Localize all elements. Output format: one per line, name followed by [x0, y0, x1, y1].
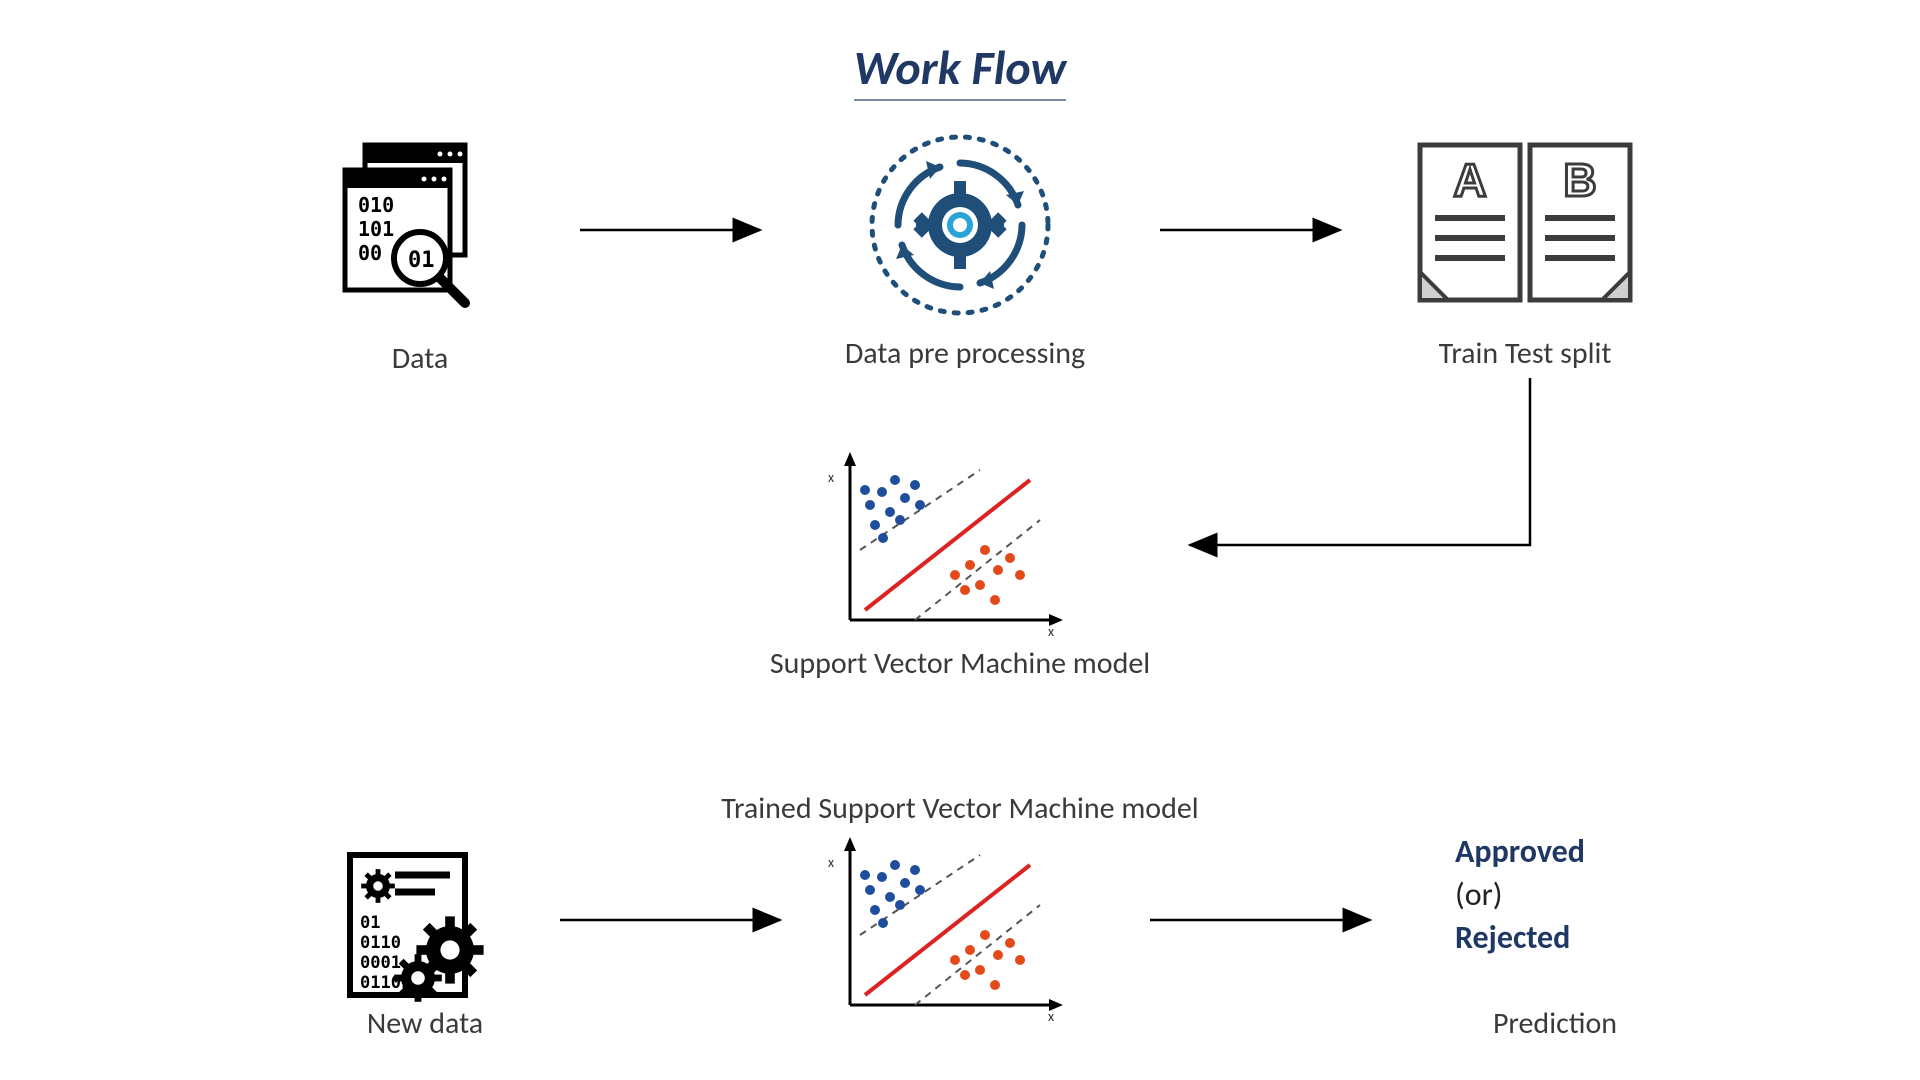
svg-text:01: 01 [408, 248, 435, 273]
new-data-label: New data [330, 1005, 520, 1042]
svg-text:101: 101 [358, 217, 394, 241]
y-axis-label: x [828, 469, 834, 486]
doc-letter-b: B [1563, 154, 1596, 206]
svg-text:0110: 0110 [360, 933, 401, 953]
data-icon: 010 101 00 01 [340, 140, 500, 310]
x-axis-label-2: x [1048, 1008, 1054, 1025]
preprocessing-label: Data pre processing [800, 335, 1130, 372]
new-data-gears-icon: 01 0110 0001 01101 [340, 850, 510, 1010]
svg-text:00: 00 [358, 241, 382, 265]
prediction-label: Prediction [1440, 1005, 1670, 1042]
prediction-outcome: Approved (or) Rejected [1455, 830, 1585, 960]
or-text: (or) [1455, 873, 1585, 916]
data-label: Data [330, 340, 510, 377]
ab-documents-icon: A B [1415, 140, 1635, 310]
svg-text:010: 010 [358, 193, 394, 217]
svg-text:0001: 0001 [360, 953, 401, 973]
train-test-split-label: Train Test split [1405, 335, 1645, 372]
rejected-text: Rejected [1455, 916, 1585, 959]
svm-plot-icon: x x [820, 450, 1070, 640]
gear-cycle-icon [860, 125, 1060, 325]
approved-text: Approved [1455, 830, 1585, 873]
svg-text:01: 01 [360, 913, 380, 933]
x-axis-label: x [1048, 623, 1054, 640]
trained-svm-label: Trained Support Vector Machine model [690, 790, 1230, 827]
svm-model-label: Support Vector Machine model [740, 645, 1180, 682]
doc-letter-a: A [1453, 154, 1486, 206]
page-title-text: Work Flow [854, 38, 1067, 101]
y-axis-label-2: x [828, 854, 834, 871]
trained-svm-plot-icon: x x [820, 835, 1070, 1025]
page-title: Work Flow [0, 38, 1920, 101]
